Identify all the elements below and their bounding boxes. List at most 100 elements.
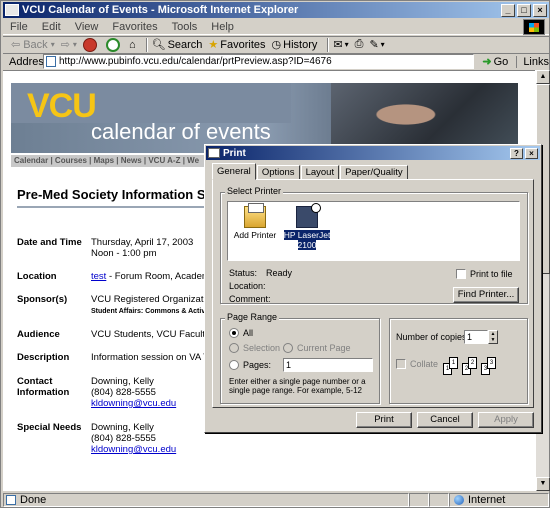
print-submit-button[interactable]: Print (356, 412, 412, 428)
menu-file[interactable]: File (3, 21, 35, 33)
globe-icon (454, 495, 464, 505)
security-zone: Internet (449, 493, 549, 507)
printer-icon (296, 203, 321, 228)
window-title: VCU Calendar of Events - Microsoft Inter… (22, 4, 299, 16)
standard-toolbar: ⇦ Back ▾ ⇨ ▾ ⌂ 🔍︎ Search ★ Favorites ◷ History… (3, 36, 549, 52)
banner-photo (331, 83, 518, 153)
site-nav[interactable]: Calendar | Courses | Maps | News | VCU A… (11, 155, 211, 167)
stop-icon (82, 37, 97, 52)
ie-page-icon (5, 4, 19, 16)
minimize-button[interactable]: _ (501, 3, 515, 17)
vcu-logo: VCU (27, 87, 97, 125)
status-bar: Done Internet (3, 492, 549, 508)
copies-input[interactable]: 1 (464, 330, 488, 344)
scroll-down-button[interactable]: ▼ (536, 477, 550, 491)
printer-icon (208, 148, 220, 158)
title-divider (17, 206, 217, 208)
tab-layout[interactable]: Layout (300, 165, 340, 180)
close-button[interactable]: × (533, 3, 547, 17)
forward-button[interactable]: ⇨ ▾ (61, 38, 77, 51)
print-dialog: Print ? × General Options Layout Paper/Q… (204, 144, 542, 433)
cancel-button[interactable]: Cancel (417, 412, 473, 428)
home-icon: ⌂ (128, 38, 136, 51)
home-button[interactable]: ⌂ (129, 39, 136, 51)
banner-subtitle: calendar of events (91, 119, 271, 144)
general-tab-panel: Select Printer Add Printer HP LaserJet 2… (212, 179, 534, 408)
page-icon (46, 56, 56, 67)
copies-spinner[interactable]: ▲ ▼ (488, 330, 498, 344)
page-range-group: Page Range All Selection Current Page Pa… (220, 312, 380, 404)
mail-icon: ✉ (333, 39, 343, 51)
search-icon: 🔍︎ (151, 39, 166, 51)
print-button[interactable]: ⎙ (355, 38, 364, 51)
history-button[interactable]: ◷ History (271, 38, 318, 52)
collate-checkbox[interactable] (396, 359, 406, 369)
toolbar-separator (145, 37, 148, 52)
windows-logo-icon (523, 19, 545, 35)
stop-button[interactable] (82, 37, 100, 52)
go-arrow-icon: ➜ (482, 56, 492, 68)
printer-icon: ⎙ (354, 38, 364, 50)
tab-options[interactable]: Options (256, 165, 300, 180)
collate-illustration: 11 22 33 (443, 357, 496, 375)
menu-edit[interactable]: Edit (35, 21, 68, 33)
maximize-button[interactable]: □ (517, 3, 531, 17)
printer-list[interactable]: Add Printer HP LaserJet 2100 (227, 201, 520, 261)
find-printer-button[interactable]: Find Printer... (453, 287, 519, 303)
go-button[interactable]: ➜ Go (482, 55, 508, 69)
menu-view[interactable]: View (68, 21, 106, 33)
edit-icon: ✎ (369, 39, 379, 51)
address-input[interactable]: http://www.pubinfo.vcu.edu/calendar/prtP… (43, 54, 475, 69)
scroll-up-button[interactable]: ▲ (536, 70, 550, 84)
print-to-file-checkbox[interactable] (456, 269, 466, 279)
mail-button[interactable]: ✉ ▾ (333, 38, 348, 51)
refresh-icon (105, 37, 120, 52)
tab-general[interactable]: General (212, 163, 256, 180)
printer-status: Ready (266, 268, 293, 278)
address-label: Address (9, 55, 50, 68)
location-link[interactable]: test (91, 271, 106, 282)
vcu-banner: VCU calendar of events (11, 83, 518, 153)
help-button[interactable]: ? (510, 147, 523, 159)
refresh-button[interactable] (105, 37, 123, 52)
copies-group: Number of copies: 1 ▲ ▼ Collate 11 22 33 (389, 318, 528, 404)
history-icon: ◷ (271, 39, 282, 51)
pages-input[interactable]: 1 (283, 358, 373, 372)
status-text: Done (20, 494, 47, 506)
dialog-titlebar[interactable]: Print ? × (206, 146, 540, 160)
range-current-page-radio[interactable] (283, 343, 293, 353)
toolbar-separator (327, 37, 330, 52)
menu-bar: File Edit View Favorites Tools Help (3, 19, 549, 35)
contact-email-link[interactable]: kldowning@vcu.edu (91, 398, 176, 409)
menu-favorites[interactable]: Favorites (105, 21, 164, 33)
favorites-button[interactable]: ★ Favorites (208, 38, 265, 52)
favorites-star-icon: ★ (208, 39, 219, 51)
menu-tools[interactable]: Tools (165, 21, 205, 33)
search-button[interactable]: 🔍︎ Search (151, 38, 203, 52)
dialog-close-button[interactable]: × (525, 147, 538, 159)
edit-button[interactable]: ✎ ▾ (369, 38, 384, 51)
printer-item-add[interactable]: Add Printer (230, 203, 280, 240)
forward-arrow-icon: ⇨ (60, 39, 70, 51)
range-selection-radio[interactable] (229, 343, 239, 353)
page-done-icon (6, 495, 16, 505)
back-button[interactable]: ⇦ Back ▾ (11, 38, 55, 52)
dialog-tabs: General Options Layout Paper/Quality (212, 163, 409, 180)
page-range-hint: Enter either a single page number or a s… (229, 377, 366, 395)
address-bar: Address http://www.pubinfo.vcu.edu/calen… (3, 53, 549, 69)
menu-help[interactable]: Help (204, 21, 241, 33)
dialog-title: Print (223, 147, 246, 159)
add-printer-icon (244, 203, 266, 228)
printer-item-hp-laserjet[interactable]: HP LaserJet 2100 (282, 203, 332, 250)
event-title: Pre-Med Society Information Sess (17, 187, 228, 202)
window-titlebar[interactable]: VCU Calendar of Events - Microsoft Inter… (3, 2, 549, 18)
back-arrow-icon: ⇦ (11, 39, 21, 51)
links-button[interactable]: Links (516, 55, 549, 68)
tab-paper-quality[interactable]: Paper/Quality (340, 165, 408, 180)
apply-button[interactable]: Apply (478, 412, 534, 428)
select-printer-group: Select Printer Add Printer HP LaserJet 2… (220, 186, 528, 304)
special-needs-email-link[interactable]: kldowning@vcu.edu (91, 444, 176, 455)
range-all-radio[interactable] (229, 328, 239, 338)
range-pages-radio[interactable] (229, 360, 239, 370)
address-url: http://www.pubinfo.vcu.edu/calendar/prtP… (59, 56, 332, 67)
